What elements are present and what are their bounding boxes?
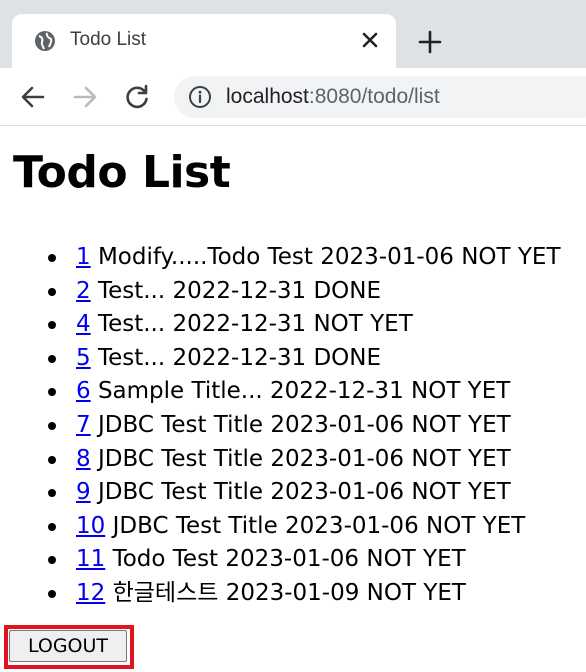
- bullet-icon: [48, 354, 56, 363]
- todo-text: Todo Test 2023-01-06 NOT YET: [105, 546, 466, 573]
- address-bar[interactable]: localhost:8080/todo/list: [174, 76, 586, 118]
- todo-link[interactable]: 4: [76, 311, 91, 337]
- url-path: :8080/todo/list: [308, 85, 440, 108]
- back-arrow-icon[interactable]: [18, 82, 48, 112]
- todo-text: Modify.....Todo Test 2023-01-06 NOT YET: [90, 244, 561, 270]
- todo-text: 한글테스트 2023-01-09 NOT YET: [105, 579, 466, 606]
- bullet-icon: [48, 321, 56, 330]
- bullet-icon: [48, 254, 56, 262]
- todo-item: 6 Sample Title... 2022-12-31 NOT YET: [0, 375, 561, 409]
- todo-item: 12 한글테스트 2023-01-09 NOT YET: [0, 577, 561, 611]
- todo-text: JDBC Test Title 2023-01-06 NOT YET: [90, 479, 511, 506]
- todo-link[interactable]: 6: [76, 378, 91, 404]
- todo-link[interactable]: 10: [76, 513, 105, 539]
- todo-item: 5 Test... 2022-12-31 DONE: [0, 342, 561, 376]
- todo-link[interactable]: 8: [76, 446, 91, 472]
- bullet-icon: [48, 455, 56, 464]
- todo-link[interactable]: 11: [76, 546, 105, 572]
- todo-item: 8 JDBC Test Title 2023-01-06 NOT YET: [0, 443, 561, 477]
- todo-text: Test... 2022-12-31 DONE: [90, 344, 382, 371]
- todo-text: JDBC Test Title 2023-01-06 NOT YET: [90, 445, 511, 472]
- plus-icon[interactable]: [416, 28, 444, 56]
- info-icon[interactable]: [188, 85, 212, 109]
- todo-link[interactable]: 2: [76, 278, 91, 304]
- todo-link[interactable]: 5: [76, 345, 91, 371]
- todo-item: 9 JDBC Test Title 2023-01-06 NOT YET: [0, 476, 561, 510]
- bullet-icon: [48, 388, 56, 397]
- bullet-icon: [48, 287, 56, 296]
- todo-item: 1 Modify.....Todo Test 2023-01-06 NOT YE…: [0, 241, 561, 275]
- close-icon[interactable]: [358, 28, 382, 52]
- todo-text: JDBC Test Title 2023-01-06 NOT YET: [90, 411, 511, 438]
- tab-strip: Todo List: [0, 0, 586, 68]
- todo-text: Sample Title... 2022-12-31 NOT YET: [90, 378, 511, 405]
- reload-icon[interactable]: [122, 82, 152, 112]
- todo-text: Test... 2022-12-31 NOT YET: [90, 311, 413, 338]
- forward-arrow-icon[interactable]: [70, 82, 100, 112]
- todo-link[interactable]: 7: [76, 412, 91, 438]
- bullet-icon: [48, 489, 56, 498]
- url-host: localhost: [226, 85, 309, 108]
- browser-toolbar: localhost:8080/todo/list: [0, 68, 586, 126]
- browser-tab[interactable]: Todo List: [12, 14, 396, 68]
- bullet-icon: [48, 522, 56, 531]
- bullet-icon: [48, 421, 56, 430]
- todo-link[interactable]: 1: [76, 244, 91, 270]
- todo-link[interactable]: 9: [76, 479, 91, 505]
- tab-title: Todo List: [70, 29, 147, 50]
- todo-item: 10 JDBC Test Title 2023-01-06 NOT YET: [0, 510, 561, 544]
- todo-text: Test... 2022-12-31 DONE: [90, 277, 382, 304]
- page-content: Todo List 1 Modify.....Todo Test 2023-01…: [0, 127, 586, 672]
- todo-item: 7 JDBC Test Title 2023-01-06 NOT YET: [0, 409, 561, 443]
- todo-text: JDBC Test Title 2023-01-06 NOT YET: [105, 512, 526, 539]
- bullet-icon: [48, 589, 56, 598]
- logout-button[interactable]: LOGOUT: [9, 630, 127, 662]
- todo-item: 2 Test... 2022-12-31 DONE: [0, 275, 561, 309]
- bullet-icon: [48, 556, 56, 565]
- globe-icon: [35, 31, 55, 51]
- todo-link[interactable]: 12: [76, 580, 105, 606]
- todo-item: 11 Todo Test 2023-01-06 NOT YET: [0, 543, 561, 577]
- page-title: Todo List: [13, 147, 231, 198]
- browser-chrome: Todo List localhost:8080/todo/list: [0, 0, 586, 126]
- todo-item: 4 Test... 2022-12-31 NOT YET: [0, 308, 561, 342]
- url-text[interactable]: localhost:8080/todo/list: [226, 85, 440, 109]
- todo-list: 1 Modify.....Todo Test 2023-01-06 NOT YE…: [0, 241, 561, 611]
